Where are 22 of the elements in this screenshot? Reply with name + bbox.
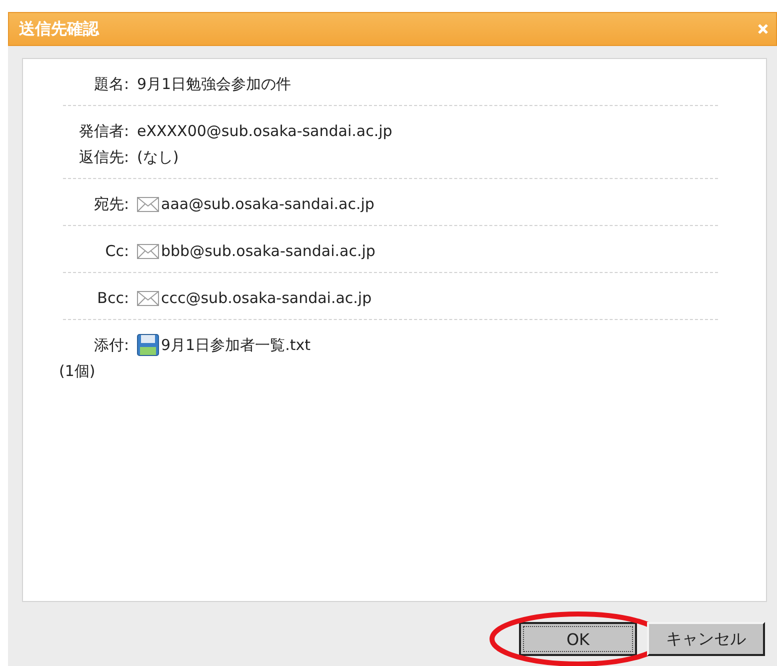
envelope-icon xyxy=(137,290,159,306)
envelope-icon xyxy=(137,244,159,258)
window-title: 送信先確認 xyxy=(19,18,99,40)
field-label: 題名: xyxy=(94,74,129,95)
envelope-icon xyxy=(137,196,159,212)
field-value: 9月1日勉強会参加の件 xyxy=(137,74,292,95)
dialog-button[interactable]: キャンセル xyxy=(647,622,765,656)
field-value: aaa@sub.osaka-sandai.ac.jp xyxy=(161,194,374,215)
field-label: 宛先: xyxy=(94,194,129,215)
field-value: (なし) xyxy=(137,147,179,168)
field-label: 添付: xyxy=(94,335,129,356)
field-value: 9月1日参加者一覧.txt xyxy=(161,335,310,356)
dialog-button[interactable]: OK xyxy=(519,622,637,656)
close-icon[interactable] xyxy=(758,24,768,34)
attachment-count: (1個) xyxy=(59,361,96,382)
field-value: eXXXX00@sub.osaka-sandai.ac.jp xyxy=(137,121,392,142)
field-label: 発信者: xyxy=(78,121,129,142)
field-value: bbb@sub.osaka-sandai.ac.jp xyxy=(161,241,376,262)
field-label: Cc: xyxy=(105,241,129,262)
field-value: ccc@sub.osaka-sandai.ac.jp xyxy=(161,288,372,309)
field-label: 返信先: xyxy=(78,147,129,168)
field-label: Bcc: xyxy=(97,288,129,309)
